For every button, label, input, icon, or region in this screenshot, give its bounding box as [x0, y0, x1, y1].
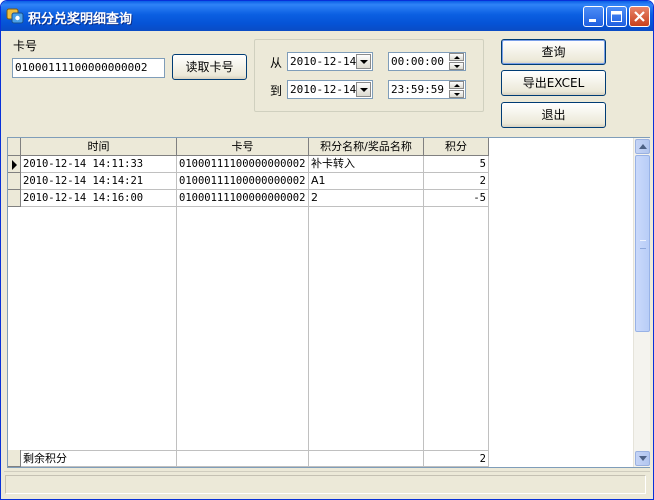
- from-date-value: 2010-12-14: [290, 55, 357, 68]
- close-button[interactable]: [629, 6, 650, 27]
- column-header-name[interactable]: 积分名称/奖品名称: [309, 138, 424, 156]
- table-cell[interactable]: -5: [424, 190, 489, 207]
- export-excel-button[interactable]: 导出EXCEL: [501, 70, 606, 96]
- spin-down-icon[interactable]: [449, 62, 464, 70]
- row-pointer-icon: [12, 160, 17, 170]
- card-label: 卡号: [13, 39, 38, 53]
- status-panel: [5, 475, 646, 494]
- table-cell[interactable]: 01000111100000000002: [177, 173, 309, 190]
- spin-up-icon[interactable]: [449, 81, 464, 89]
- client-area: 卡号 01000111100000000002 读取卡号 从 2010-12-1…: [4, 31, 650, 497]
- table-cell[interactable]: 5: [424, 156, 489, 173]
- title-bar[interactable]: 积分兑奖明细查询: [1, 1, 653, 31]
- table-cell[interactable]: 2010-12-14 14:11:33: [21, 156, 177, 173]
- row-indicator[interactable]: [8, 156, 21, 173]
- footer-indicator: [8, 450, 21, 467]
- card-number-input[interactable]: 01000111100000000002: [12, 58, 165, 78]
- table-cell[interactable]: 01000111100000000002: [177, 190, 309, 207]
- to-date-value: 2010-12-14: [290, 83, 357, 96]
- app-icon: [6, 8, 24, 24]
- table-cell[interactable]: A1: [309, 173, 424, 190]
- to-label: 到: [270, 84, 283, 98]
- from-time-value: 00:00:00: [391, 55, 444, 68]
- vertical-scrollbar[interactable]: [633, 138, 650, 467]
- minimize-button[interactable]: [583, 6, 604, 27]
- table-cell[interactable]: 2: [424, 173, 489, 190]
- from-time-spinner[interactable]: 00:00:00: [388, 52, 466, 71]
- spin-down-icon[interactable]: [449, 90, 464, 98]
- table-cell[interactable]: 2: [309, 190, 424, 207]
- footer-label: 剩余积分: [21, 450, 177, 467]
- minimize-icon: [589, 19, 596, 22]
- maximize-button[interactable]: [606, 6, 627, 27]
- footer-points: 2: [424, 450, 489, 467]
- table-cell[interactable]: 2010-12-14 14:14:21: [21, 173, 177, 190]
- scroll-thumb[interactable]: [635, 155, 650, 332]
- column-header-card[interactable]: 卡号: [177, 138, 309, 156]
- main-window: 积分兑奖明细查询 卡号 01000111100000000002 读取卡号 从 …: [0, 0, 654, 500]
- close-icon: [634, 11, 645, 22]
- query-button[interactable]: 查询: [501, 39, 606, 65]
- table-cell[interactable]: 补卡转入: [309, 156, 424, 173]
- row-indicator[interactable]: [8, 173, 21, 190]
- date-range-group: 从 2010-12-14 00:00:00 到 2010-12-14 23:59…: [254, 39, 484, 112]
- read-card-button[interactable]: 读取卡号: [172, 54, 247, 80]
- grid-corner: [8, 138, 21, 156]
- scroll-down-icon[interactable]: [635, 451, 650, 466]
- column-header-time[interactable]: 时间: [21, 138, 177, 156]
- chevron-down-icon[interactable]: [356, 54, 371, 69]
- to-time-value: 23:59:59: [391, 83, 444, 96]
- status-bar: [4, 471, 650, 495]
- scroll-up-icon[interactable]: [635, 139, 650, 154]
- grid-body: 时间 卡号 积分名称/奖品名称 积分 2010-12-14 14:11:33 0…: [8, 138, 633, 467]
- window-title: 积分兑奖明细查询: [28, 12, 133, 27]
- from-label: 从: [270, 56, 283, 70]
- from-date-picker[interactable]: 2010-12-14: [287, 52, 373, 71]
- to-date-picker[interactable]: 2010-12-14: [287, 80, 373, 99]
- chevron-down-icon[interactable]: [356, 82, 371, 97]
- footer-cell: [177, 450, 309, 467]
- column-header-points[interactable]: 积分: [424, 138, 489, 156]
- to-time-spinner[interactable]: 23:59:59: [388, 80, 466, 99]
- table-cell[interactable]: 2010-12-14 14:16:00: [21, 190, 177, 207]
- detail-grid[interactable]: 时间 卡号 积分名称/奖品名称 积分 2010-12-14 14:11:33 0…: [7, 137, 650, 468]
- table-cell[interactable]: 01000111100000000002: [177, 156, 309, 173]
- exit-button[interactable]: 退出: [501, 102, 606, 128]
- footer-cell: [309, 450, 424, 467]
- maximize-icon: [611, 11, 622, 22]
- spin-up-icon[interactable]: [449, 53, 464, 61]
- row-indicator[interactable]: [8, 190, 21, 207]
